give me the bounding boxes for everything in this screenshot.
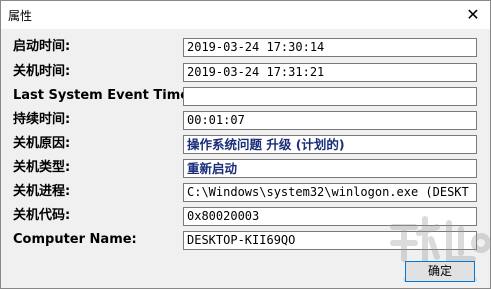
label-shutdown-type: 关机类型: <box>13 160 71 175</box>
label-duration: 持续时间: <box>13 112 71 127</box>
field-boot-time[interactable]: 2019-03-24 17:30:14 <box>183 38 477 57</box>
close-icon[interactable]: ✕ <box>460 2 486 28</box>
field-duration[interactable]: 00:01:07 <box>183 111 477 130</box>
field-shutdown-process[interactable]: C:\Windows\system32\winlogon.exe (DESKT <box>183 183 477 202</box>
label-shutdown-process: 关机进程: <box>13 184 71 199</box>
label-boot-time: 启动时间: <box>13 39 71 54</box>
window-title: 属性 <box>8 9 33 23</box>
field-shutdown-type[interactable]: 重新启动 <box>183 159 477 178</box>
label-shutdown-code: 关机代码: <box>13 208 71 223</box>
label-computer-name: Computer Name: <box>13 232 137 247</box>
field-shutdown-reason[interactable]: 操作系统问题 升级 (计划的) <box>183 135 477 154</box>
ok-button[interactable]: 确定 <box>405 261 475 282</box>
properties-dialog: 属性 ✕ 启动时间: 2019-03-24 17:30:14 关机时间: 201… <box>0 0 491 289</box>
label-last-system-event-time: Last System Event Time: <box>13 88 195 103</box>
field-last-system-event-time[interactable] <box>183 87 477 106</box>
label-shutdown-reason: 关机原因: <box>13 136 71 151</box>
title-bar: 属性 ✕ <box>1 1 490 29</box>
label-shutdown-time: 关机时间: <box>13 64 71 79</box>
field-shutdown-time[interactable]: 2019-03-24 17:31:21 <box>183 63 477 82</box>
